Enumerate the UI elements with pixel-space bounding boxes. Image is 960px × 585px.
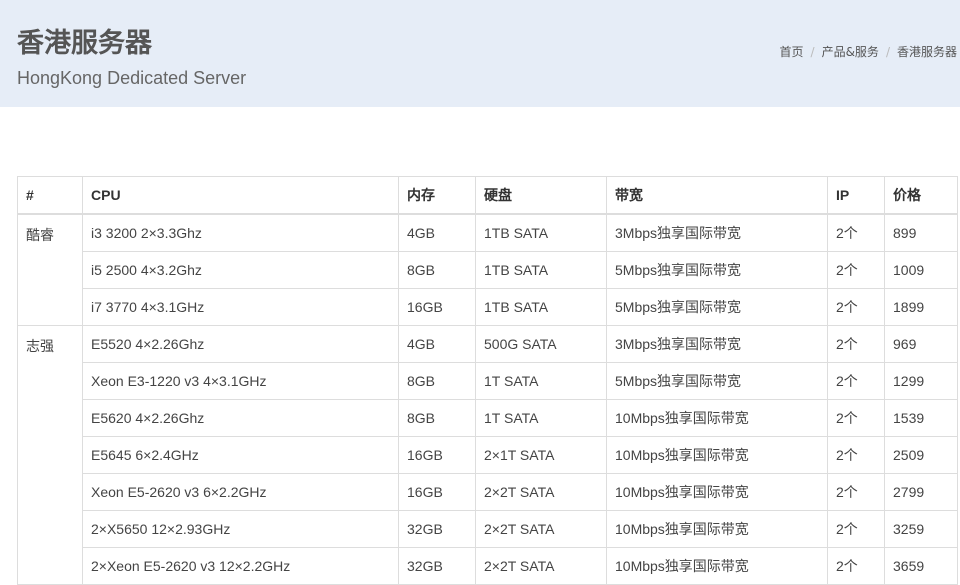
table-head: # CPU 内存 硬盘 带宽 IP 价格 — [17, 176, 958, 215]
disk-cell: 2×1T SATA — [475, 436, 607, 474]
disk-cell: 1T SATA — [475, 399, 607, 437]
bandwidth-cell: 10Mbps独享国际带宽 — [606, 547, 828, 585]
breadcrumb-current: 香港服务器 — [896, 45, 957, 59]
breadcrumb: 首页 / 产品&服务 / 香港服务器 — [780, 43, 957, 60]
price-cell: 1899 — [884, 288, 958, 326]
disk-cell: 2×2T SATA — [475, 510, 607, 548]
ip-cell: 2个 — [827, 251, 885, 289]
cpu-cell: i5 2500 4×3.2Ghz — [82, 251, 399, 289]
column-header-index: # — [17, 176, 83, 215]
ip-cell: 2个 — [827, 213, 885, 252]
disk-cell: 1T SATA — [475, 362, 607, 400]
cpu-cell: 2×X5650 12×2.93GHz — [82, 510, 399, 548]
header-row: # CPU 内存 硬盘 带宽 IP 价格 — [17, 176, 958, 215]
column-header-ip: IP — [827, 176, 885, 215]
table-row: i7 3770 4×3.1GHz 16GB 1TB SATA 5Mbps独享国际… — [18, 288, 958, 326]
breadcrumb-separator: / — [810, 45, 815, 59]
table-row: 2×X5650 12×2.93GHz 32GB 2×2T SATA 10Mbps… — [18, 510, 958, 548]
column-header-price: 价格 — [884, 176, 958, 215]
ip-cell: 2个 — [827, 399, 885, 437]
bandwidth-cell: 3Mbps独享国际带宽 — [606, 325, 828, 363]
column-header-memory: 内存 — [398, 176, 476, 215]
table-body: 酷睿 i3 3200 2×3.3Ghz 4GB 1TB SATA 3Mbps独享… — [17, 213, 958, 585]
cpu-cell: E5645 6×2.4GHz — [82, 436, 399, 474]
server-pricing-table: # CPU 内存 硬盘 带宽 IP 价格 酷睿 i3 3200 2×3.3Ghz… — [17, 176, 958, 585]
table-row: Xeon E3-1220 v3 4×3.1GHz 8GB 1T SATA 5Mb… — [18, 362, 958, 400]
memory-cell: 16GB — [398, 288, 476, 326]
disk-cell: 1TB SATA — [475, 288, 607, 326]
page-title: 香港服务器 — [17, 28, 152, 59]
price-cell: 3259 — [884, 510, 958, 548]
memory-cell: 8GB — [398, 251, 476, 289]
cpu-cell: E5520 4×2.26Ghz — [82, 325, 399, 363]
page-subtitle: HongKong Dedicated Server — [17, 68, 247, 88]
memory-cell: 32GB — [398, 510, 476, 548]
price-cell: 3659 — [884, 547, 958, 585]
cpu-cell: Xeon E3-1220 v3 4×3.1GHz — [82, 362, 399, 400]
cpu-cell: E5620 4×2.26Ghz — [82, 399, 399, 437]
disk-cell: 500G SATA — [475, 325, 607, 363]
bandwidth-cell: 10Mbps独享国际带宽 — [606, 399, 828, 437]
table-row: E5645 6×2.4GHz 16GB 2×1T SATA 10Mbps独享国际… — [18, 436, 958, 474]
memory-cell: 32GB — [398, 547, 476, 585]
disk-cell: 1TB SATA — [475, 213, 607, 252]
bandwidth-cell: 5Mbps独享国际带宽 — [606, 288, 828, 326]
table-row: 2×Xeon E5-2620 v3 12×2.2GHz 32GB 2×2T SA… — [18, 547, 958, 585]
group-label: 志强 — [17, 325, 83, 585]
cpu-cell: i3 3200 2×3.3Ghz — [82, 213, 399, 252]
ip-cell: 2个 — [827, 288, 885, 326]
disk-cell: 1TB SATA — [475, 251, 607, 289]
price-cell: 899 — [884, 213, 958, 252]
memory-cell: 16GB — [398, 436, 476, 474]
price-cell: 1009 — [884, 251, 958, 289]
column-header-disk: 硬盘 — [475, 176, 607, 215]
cpu-cell: 2×Xeon E5-2620 v3 12×2.2GHz — [82, 547, 399, 585]
breadcrumb-home-link[interactable]: 首页 — [780, 45, 804, 59]
table-row: 酷睿 i3 3200 2×3.3Ghz 4GB 1TB SATA 3Mbps独享… — [17, 213, 958, 326]
price-cell: 1539 — [884, 399, 958, 437]
table-row: i5 2500 4×3.2Ghz 8GB 1TB SATA 5Mbps独享国际带… — [18, 251, 958, 289]
ip-cell: 2个 — [827, 362, 885, 400]
memory-cell: 16GB — [398, 473, 476, 511]
table-row: Xeon E5-2620 v3 6×2.2GHz 16GB 2×2T SATA … — [18, 473, 958, 511]
column-header-bandwidth: 带宽 — [606, 176, 828, 215]
table-row: 志强 E5520 4×2.26Ghz 4GB 500G SATA 3Mbps独享… — [17, 325, 958, 585]
bandwidth-cell: 5Mbps独享国际带宽 — [606, 251, 828, 289]
ip-cell: 2个 — [827, 510, 885, 548]
ip-cell: 2个 — [827, 325, 885, 363]
bandwidth-cell: 10Mbps独享国际带宽 — [606, 436, 828, 474]
breadcrumb-products-link[interactable]: 产品&服务 — [822, 45, 879, 59]
disk-cell: 2×2T SATA — [475, 547, 607, 585]
cpu-cell: Xeon E5-2620 v3 6×2.2GHz — [82, 473, 399, 511]
ip-cell: 2个 — [827, 547, 885, 585]
ip-cell: 2个 — [827, 473, 885, 511]
cpu-cell: i7 3770 4×3.1GHz — [82, 288, 399, 326]
bandwidth-cell: 10Mbps独享国际带宽 — [606, 473, 828, 511]
price-cell: 2509 — [884, 436, 958, 474]
price-cell: 969 — [884, 325, 958, 363]
disk-cell: 2×2T SATA — [475, 473, 607, 511]
breadcrumb-separator: / — [885, 45, 890, 59]
memory-cell: 4GB — [398, 325, 476, 363]
table-row: E5620 4×2.26Ghz 8GB 1T SATA 10Mbps独享国际带宽… — [18, 399, 958, 437]
page-header: 香港服务器 HongKong Dedicated Server 首页 / 产品&服务… — [0, 0, 960, 107]
memory-cell: 8GB — [398, 362, 476, 400]
column-header-cpu: CPU — [82, 176, 399, 215]
bandwidth-cell: 5Mbps独享国际带宽 — [606, 362, 828, 400]
memory-cell: 4GB — [398, 213, 476, 252]
price-cell: 1299 — [884, 362, 958, 400]
group-label: 酷睿 — [17, 213, 83, 326]
price-cell: 2799 — [884, 473, 958, 511]
memory-cell: 8GB — [398, 399, 476, 437]
ip-cell: 2个 — [827, 436, 885, 474]
bandwidth-cell: 3Mbps独享国际带宽 — [606, 213, 828, 252]
bandwidth-cell: 10Mbps独享国际带宽 — [606, 510, 828, 548]
